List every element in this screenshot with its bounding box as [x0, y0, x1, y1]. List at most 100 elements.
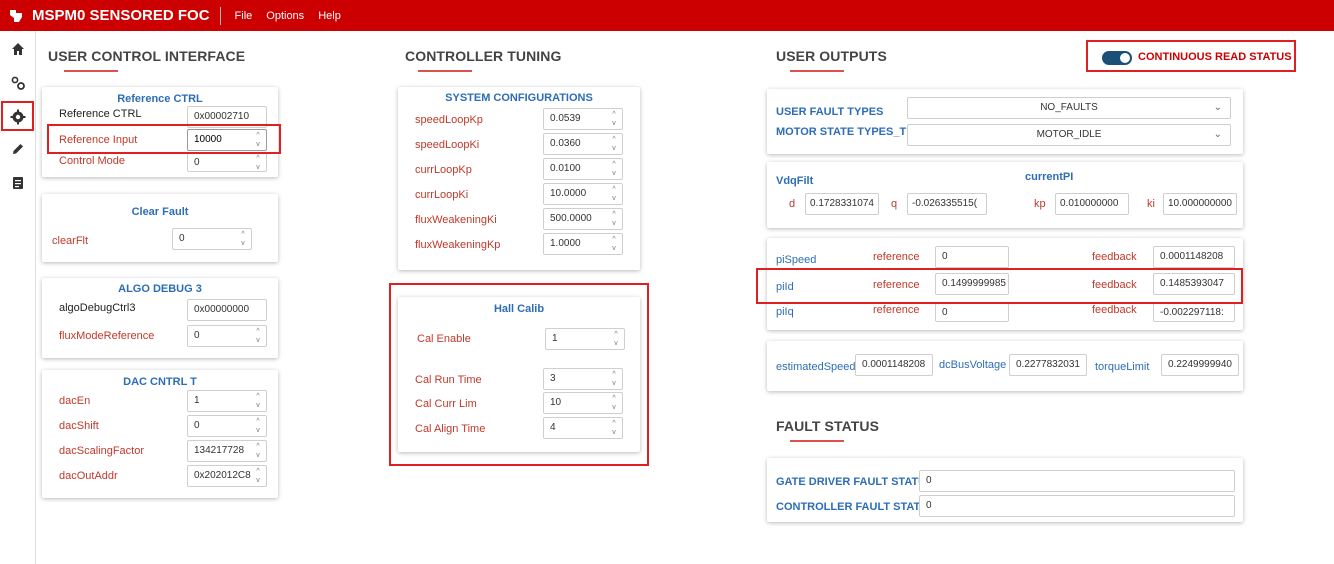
speed-loop-kp-field[interactable]: 0.0539 ^ v [543, 108, 623, 130]
pi-iq-reference-label: reference [873, 304, 920, 316]
currentpi-label: currentPI [1025, 171, 1074, 183]
pi-id-feedback-field[interactable]: 0.1485393047 [1153, 273, 1235, 295]
ki-label: ki [1147, 198, 1155, 210]
cal-curr-lim-field[interactable]: 10 ^ v [543, 392, 623, 414]
pencil-icon[interactable] [8, 139, 28, 159]
dac-scaling-factor-field[interactable]: 134217728 ^ v [187, 440, 267, 462]
estimated-speed-label: estimatedSpeed [776, 361, 856, 373]
cal-enable-field[interactable]: 1 ^ v [545, 328, 625, 350]
d-field[interactable]: 0.1728331074 [805, 193, 879, 215]
cal-run-time-field[interactable]: 3 ^ v [543, 368, 623, 390]
estimated-speed-field[interactable]: 0.0001148208 [855, 354, 933, 376]
flux-weakening-kp-label: fluxWeakeningKp [415, 239, 501, 251]
flux-mode-reference-field[interactable]: 0 ^ v [187, 325, 267, 347]
speed-loop-ki-label: speedLoopKi [415, 139, 480, 151]
pi-iq-label: piIq [776, 306, 794, 318]
dac-out-addr-label: dacOutAddr [59, 470, 118, 482]
card-title: Reference CTRL [117, 93, 203, 105]
pi-id-reference-field[interactable]: 0.1499999985 [935, 273, 1009, 295]
torque-limit-field[interactable]: 0.2249999940 [1161, 354, 1239, 376]
menu-file[interactable]: File [235, 10, 253, 22]
app-title: MSPM0 SENSORED FOC [32, 6, 221, 25]
kp-field[interactable]: 0.010000000 [1055, 193, 1129, 215]
user-fault-types-label: USER FAULT TYPES [776, 106, 884, 118]
kp-label: kp [1034, 198, 1046, 210]
pi-iq-reference-field[interactable]: 0 [935, 302, 1009, 322]
flux-mode-reference-label: fluxModeReference [59, 330, 155, 342]
fault-status-card: GATE DRIVER FAULT STATUS 0 CONTROLLER FA… [767, 458, 1243, 522]
dac-out-addr-field[interactable]: 0x202012C8 ^ v [187, 465, 267, 487]
settings-icon[interactable] [8, 107, 28, 127]
motor-state-types-label: MOTOR STATE TYPES_T [776, 126, 907, 138]
pi-iq-feedback-field[interactable]: -0.002297118: [1153, 302, 1235, 322]
home-icon[interactable] [8, 39, 28, 59]
cal-run-time-label: Cal Run Time [415, 374, 482, 386]
dac-scaling-factor-label: dacScalingFactor [59, 445, 144, 457]
chevron-down-icon: ⌄ [1213, 129, 1222, 140]
pi-speed-reference-label: reference [873, 251, 920, 263]
flux-weakening-kp-field[interactable]: 1.0000 ^ v [543, 233, 623, 255]
reference-ctrl-label: Reference CTRL [59, 108, 142, 120]
algo-debug-ctrl-field[interactable]: 0x00000000 [187, 299, 267, 321]
curr-loop-ki-label: currLoopKi [415, 189, 469, 201]
algo-debug-ctrl-label: algoDebugCtrl3 [59, 302, 136, 314]
pi-id-label: piId [776, 281, 794, 293]
reference-input-field[interactable]: 10000 ^ v [187, 129, 267, 151]
card-title: DAC CNTRL T [123, 376, 197, 388]
types-card: USER FAULT TYPES NO_FAULTS ⌄ MOTOR STATE … [767, 89, 1243, 154]
dac-en-field[interactable]: 1 ^ v [187, 390, 267, 412]
dac-en-label: dacEn [59, 395, 91, 407]
document-icon[interactable] [8, 173, 28, 193]
card-title: Hall Calib [493, 303, 545, 315]
gate-driver-fault-label: GATE DRIVER FAULT STATUS [776, 476, 934, 488]
ki-field[interactable]: 10.000000000 [1163, 193, 1237, 215]
section-user-control: USER CONTROL INTERFACE [48, 48, 246, 64]
continuous-read-toggle[interactable] [1102, 51, 1132, 65]
pi-iq-feedback-label: feedback [1092, 304, 1137, 316]
dac-shift-field[interactable]: 0 ^ v [187, 415, 267, 437]
continuous-read-label: CONTINUOUS READ STATUS [1138, 51, 1292, 63]
menu-options[interactable]: Options [266, 10, 304, 22]
pi-card: piSpeed reference 0 feedback 0.000114820… [767, 238, 1243, 330]
flux-weakening-ki-label: fluxWeakeningKi [415, 214, 497, 226]
top-bar: MSPM0 SENSORED FOC File Options Help [0, 0, 1334, 31]
curr-loop-kp-label: currLoopKp [415, 164, 472, 176]
vdqfilt-label: VdqFilt [776, 175, 814, 187]
controller-fault-field[interactable]: 0 [919, 495, 1235, 517]
chevron-down-icon: ⌄ [1213, 102, 1222, 113]
cal-align-time-field[interactable]: 4 ^ v [543, 417, 623, 439]
vdq-card: VdqFilt currentPI d 0.1728331074 q -0.02… [767, 162, 1243, 228]
cal-enable-label: Cal Enable [417, 333, 471, 345]
dac-ctrl-card: DAC CNTRL T dacEn 1 ^ v dacShift 0 ^ v dacSc… [42, 370, 278, 498]
hall-calib-card: Hall Calib Cal Enable 1 ^ v Cal Run Time 3… [398, 297, 640, 452]
system-config-card: SYSTEM CONFIGURATIONS speedLoopKp 0.0539… [398, 87, 640, 270]
pi-speed-reference-field[interactable]: 0 [935, 246, 1009, 268]
pi-speed-feedback-field[interactable]: 0.0001148208 [1153, 246, 1235, 268]
pi-speed-feedback-label: feedback [1092, 251, 1137, 263]
curr-loop-kp-field[interactable]: 0.0100 ^ v [543, 158, 623, 180]
user-fault-types-select[interactable]: NO_FAULTS ⌄ [907, 97, 1231, 119]
reference-input-label: Reference Input [59, 134, 138, 146]
dc-bus-voltage-field[interactable]: 0.2277832031 [1009, 354, 1087, 376]
clear-flt-field[interactable]: 0 ^ v [172, 228, 252, 250]
control-mode-field[interactable]: 0 ^ v [187, 152, 267, 172]
gate-driver-fault-field[interactable]: 0 [919, 470, 1235, 492]
clear-flt-label: clearFlt [52, 235, 89, 247]
menu-help[interactable]: Help [318, 10, 341, 22]
dc-bus-voltage-label: dcBusVoltage [939, 359, 1007, 371]
torque-limit-label: torqueLimit [1095, 361, 1150, 373]
curr-loop-ki-field[interactable]: 10.0000 ^ v [543, 183, 623, 205]
q-field[interactable]: -0.026335515( [907, 193, 987, 215]
reference-ctrl-field[interactable]: 0x00002710 [187, 106, 267, 128]
pi-id-feedback-label: feedback [1092, 279, 1137, 291]
pi-id-reference-label: reference [873, 279, 920, 291]
cal-curr-lim-label: Cal Curr Lim [415, 398, 477, 410]
reference-ctrl-card: Reference CTRL Reference CTRL 0x00002710… [42, 87, 278, 177]
motor-state-types-select[interactable]: MOTOR_IDLE ⌄ [907, 124, 1231, 146]
pi-speed-label: piSpeed [776, 254, 817, 266]
dac-shift-label: dacShift [59, 420, 99, 432]
gears-icon[interactable] [8, 73, 28, 93]
speed-loop-ki-field[interactable]: 0.0360 ^ v [543, 133, 623, 155]
flux-weakening-ki-field[interactable]: 500.0000 ^ v [543, 208, 623, 230]
estimates-card: estimatedSpeed 0.0001148208 dcBusVoltage… [767, 341, 1243, 391]
